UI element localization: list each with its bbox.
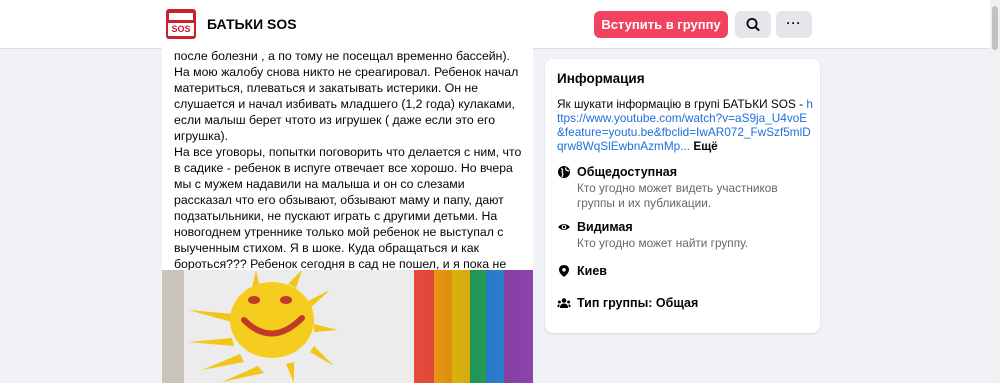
post-paragraph-1: после болезни , а по тому не посещал вре… — [174, 49, 519, 143]
globe-icon — [558, 166, 570, 178]
group-info-card: Информация Як шукати інформацію в групі … — [545, 59, 820, 333]
post-photo[interactable] — [162, 270, 533, 383]
people-icon — [557, 298, 571, 308]
sun-drawing-image — [162, 270, 533, 383]
more-dots-icon: ··· — [786, 16, 802, 30]
scrollbar-thumb[interactable] — [992, 6, 998, 50]
group-name[interactable]: БАТЬКИ SOS — [207, 16, 297, 32]
see-more-link[interactable]: Ещё — [693, 139, 717, 153]
eye-icon — [558, 224, 570, 230]
visibility-title: Видимая — [577, 220, 633, 234]
info-title: Информация — [557, 71, 645, 86]
logo-stripe — [169, 13, 193, 20]
location-text[interactable]: Киев — [577, 264, 607, 278]
group-type-text: Тип группы: Общая — [577, 296, 699, 310]
search-button[interactable] — [735, 11, 771, 38]
post-cut-line: ... — [174, 41, 185, 48]
location-pin-icon — [559, 265, 569, 277]
privacy-title: Общедоступная — [577, 165, 678, 179]
visibility-description: Кто угодно может найти группу. — [577, 236, 749, 250]
logo-sos-text: SOS — [168, 23, 194, 36]
page-scrollbar[interactable] — [990, 0, 1000, 383]
search-icon — [746, 18, 760, 32]
privacy-description: Кто угодно может видеть участников групп… — [577, 181, 778, 210]
join-group-button[interactable]: Вступить в группу — [594, 11, 728, 38]
group-description: Як шукати інформацію в групі БАТЬКИ SOS … — [557, 97, 813, 153]
group-logo[interactable]: SOS — [166, 9, 196, 39]
post-card: ... после болезни , а по тому не посещал… — [162, 41, 533, 383]
more-options-button[interactable]: ··· — [776, 11, 812, 38]
description-text: Як шукати інформацію в групі БАТЬКИ SOS … — [557, 97, 807, 111]
